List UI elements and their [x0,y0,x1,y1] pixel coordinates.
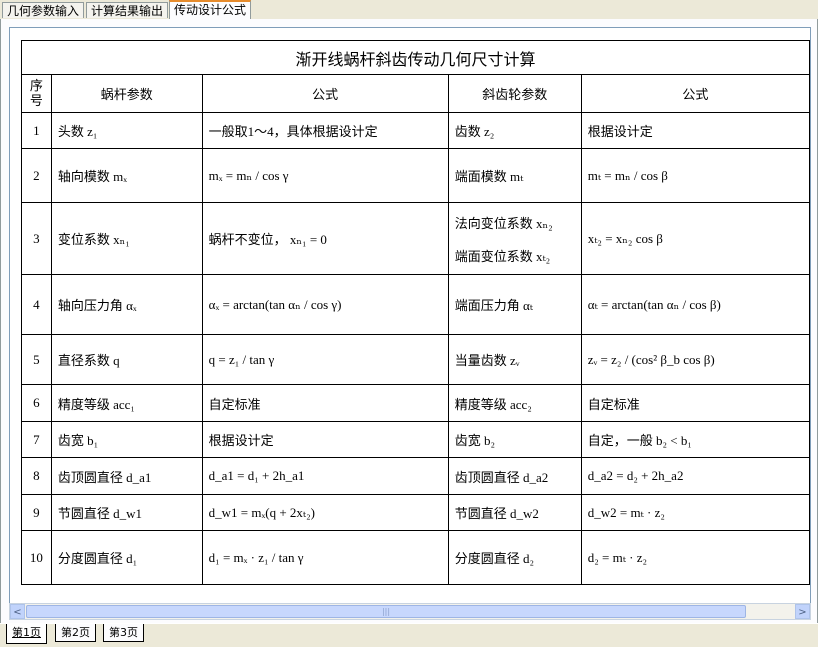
header-worm-param: 蜗杆参数 [50,74,203,113]
sheet-tab-3[interactable]: 第3页 [103,624,144,642]
table-row: 1 头数 z₁ 一般取1～4，具体根据设计定 齿数 z₂ 根据设计定 [21,112,810,149]
formula-table: 渐开线蜗杆斜齿传动几何尺寸计算 序号 蜗杆参数 公式 斜齿轮参数 公式 1 头数… [21,40,810,585]
tab-results-output[interactable]: 计算结果输出 [86,2,169,18]
header-formula-2: 公式 [580,74,810,113]
sheet-tab-1[interactable]: 第1页 [6,624,47,644]
table-row: 6 精度等级 acc₁ 自定标准 精度等级 acc₂ 自定标准 [21,384,810,422]
tab-panel: 渐开线蜗杆斜齿传动几何尺寸计算 序号 蜗杆参数 公式 斜齿轮参数 公式 1 头数… [0,19,818,623]
sheet-tab-2[interactable]: 第2页 [55,624,96,642]
table-row: 9 节圆直径 d_w1 d_w1 = mₓ(q + 2xₜ₂) 节圆直径 d_w… [21,494,810,531]
header-seq: 序号 [21,74,52,113]
table-row: 4 轴向压力角 αₓ αₓ = arctan(tan αₙ / cos γ) 端… [21,274,810,335]
grip-icon: ||| [381,607,391,616]
table-title: 渐开线蜗杆斜齿传动几何尺寸计算 [21,40,810,75]
table-row: 2 轴向模数 mₓ mₓ = mₙ / cos γ 端面模数 mₜ mₜ = m… [21,148,810,203]
table-row: 7 齿宽 b₁ 根据设计定 齿宽 b₂ 自定，一般 b₂ < b₁ [21,421,810,458]
tab-geometry-input[interactable]: 几何参数输入 [2,2,85,18]
scroll-left-icon[interactable]: < [10,604,25,619]
horizontal-scrollbar[interactable]: < ||| > [9,603,811,620]
scroll-right-icon[interactable]: > [795,604,810,619]
tab-design-formulas[interactable]: 传动设计公式 [169,0,252,19]
header-gear-param: 斜齿轮参数 [447,74,582,113]
table-row: 3 变位系数 xₙ₁ 蜗杆不变位， xₙ₁ = 0 法向变位系数 xₙ₂ 端面变位… [21,202,810,275]
sheet-tab-bar: 第1页 第2页 第3页 [0,623,818,647]
table-row: 5 直径系数 q q = z₁ / tan γ 当量齿数 zᵥ zᵥ = z₂ … [21,334,810,385]
sheet-viewport: 渐开线蜗杆斜齿传动几何尺寸计算 序号 蜗杆参数 公式 斜齿轮参数 公式 1 头数… [9,27,811,605]
header-formula-1: 公式 [201,74,449,113]
table-row: 10 分度圆直径 d₁ d₁ = mₓ · z₁ / tan γ 分度圆直径 d… [21,530,810,585]
tab-strip: 几何参数输入 计算结果输出 传动设计公式 [0,0,818,20]
scrollbar-thumb[interactable]: ||| [26,605,746,618]
table-row: 8 齿顶圆直径 d_a1 d_a1 = d₁ + 2h_a1 齿顶圆直径 d_a… [21,457,810,495]
